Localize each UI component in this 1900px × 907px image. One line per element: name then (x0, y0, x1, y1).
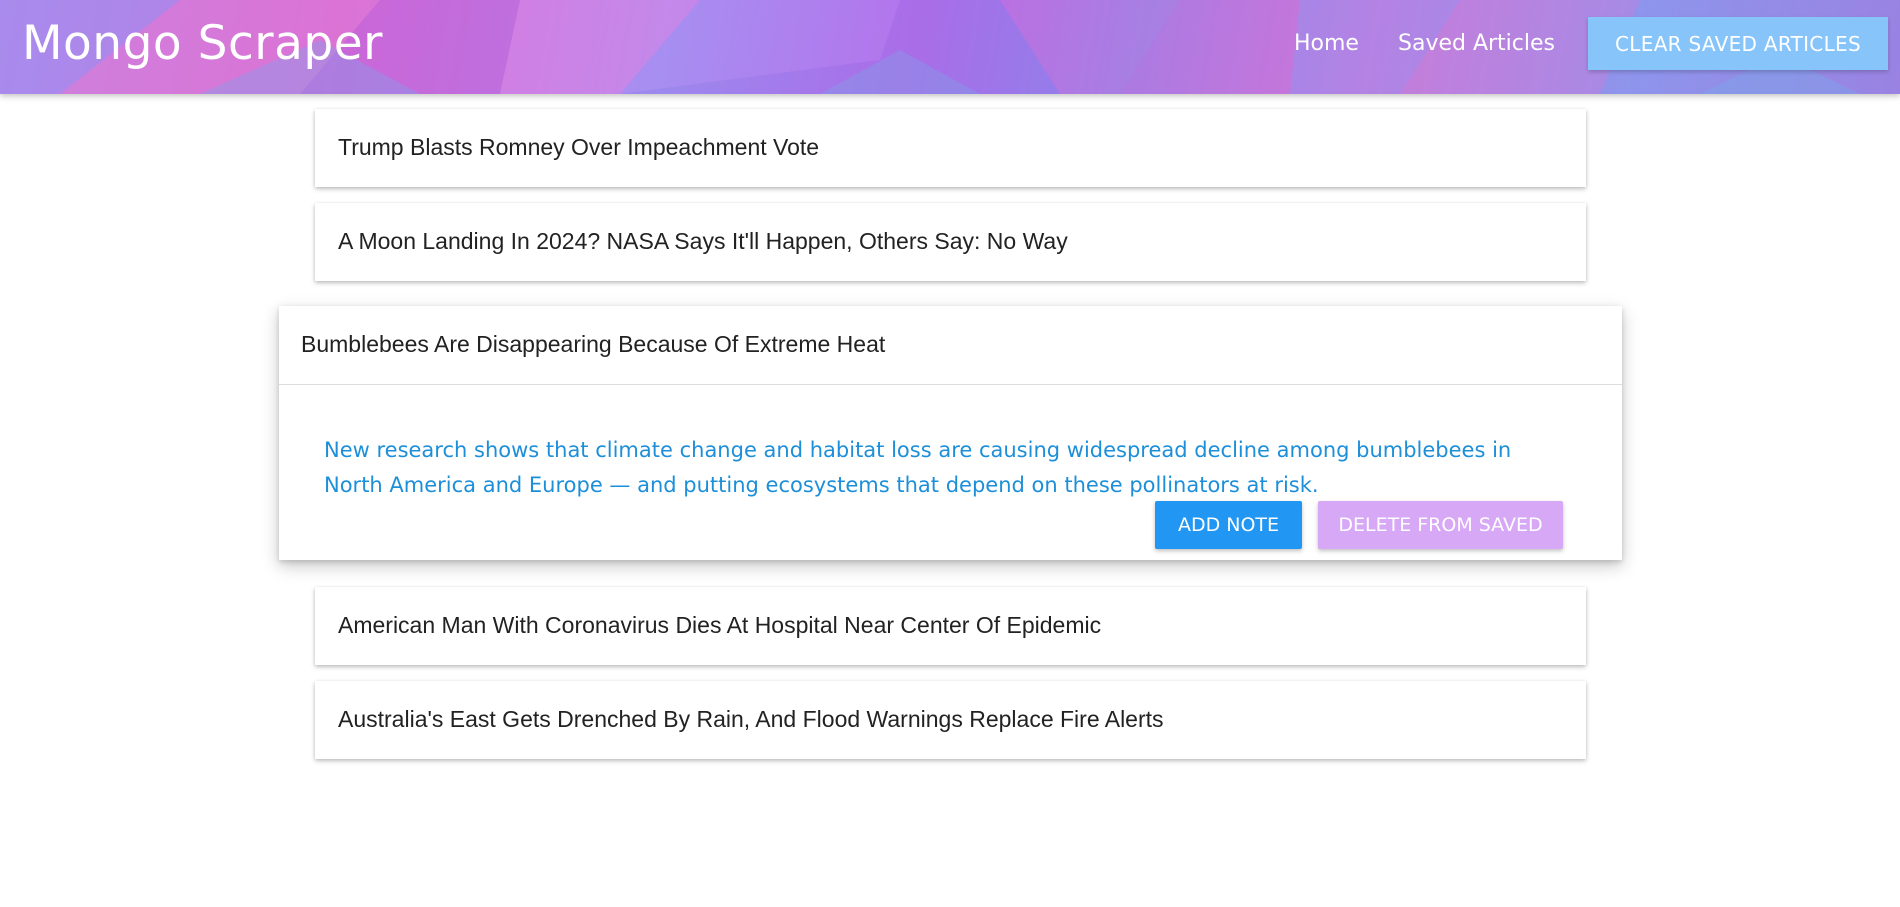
site-brand[interactable]: Mongo Scraper (22, 18, 383, 70)
article-title[interactable]: A Moon Landing In 2024? NASA Says It'll … (338, 228, 1068, 255)
nav-link-home[interactable]: Home (1294, 31, 1359, 57)
article-title[interactable]: Australia's East Gets Drenched By Rain, … (338, 706, 1164, 733)
delete-from-saved-button[interactable]: DELETE FROM SAVED (1318, 501, 1563, 549)
navbar: Mongo Scraper Home Saved Articles CLEAR … (0, 0, 1900, 94)
article-card[interactable]: American Man With Coronavirus Dies At Ho… (315, 587, 1586, 665)
article-card-expanded: Bumblebees Are Disappearing Because Of E… (279, 306, 1622, 560)
article-card[interactable]: A Moon Landing In 2024? NASA Says It'll … (315, 203, 1586, 281)
add-note-button[interactable]: ADD NOTE (1155, 501, 1302, 549)
clear-saved-articles-button[interactable]: CLEAR SAVED ARTICLES (1588, 17, 1888, 70)
article-title[interactable]: American Man With Coronavirus Dies At Ho… (338, 612, 1101, 639)
nav-link-saved-articles[interactable]: Saved Articles (1398, 31, 1555, 57)
article-summary: New research shows that climate change a… (324, 438, 1512, 497)
article-card-header[interactable]: Bumblebees Are Disappearing Because Of E… (279, 306, 1622, 385)
article-title[interactable]: Trump Blasts Romney Over Impeachment Vot… (338, 134, 819, 161)
article-card[interactable]: Australia's East Gets Drenched By Rain, … (315, 681, 1586, 759)
article-title[interactable]: Bumblebees Are Disappearing Because Of E… (301, 331, 885, 358)
article-card[interactable]: Trump Blasts Romney Over Impeachment Vot… (315, 109, 1586, 187)
